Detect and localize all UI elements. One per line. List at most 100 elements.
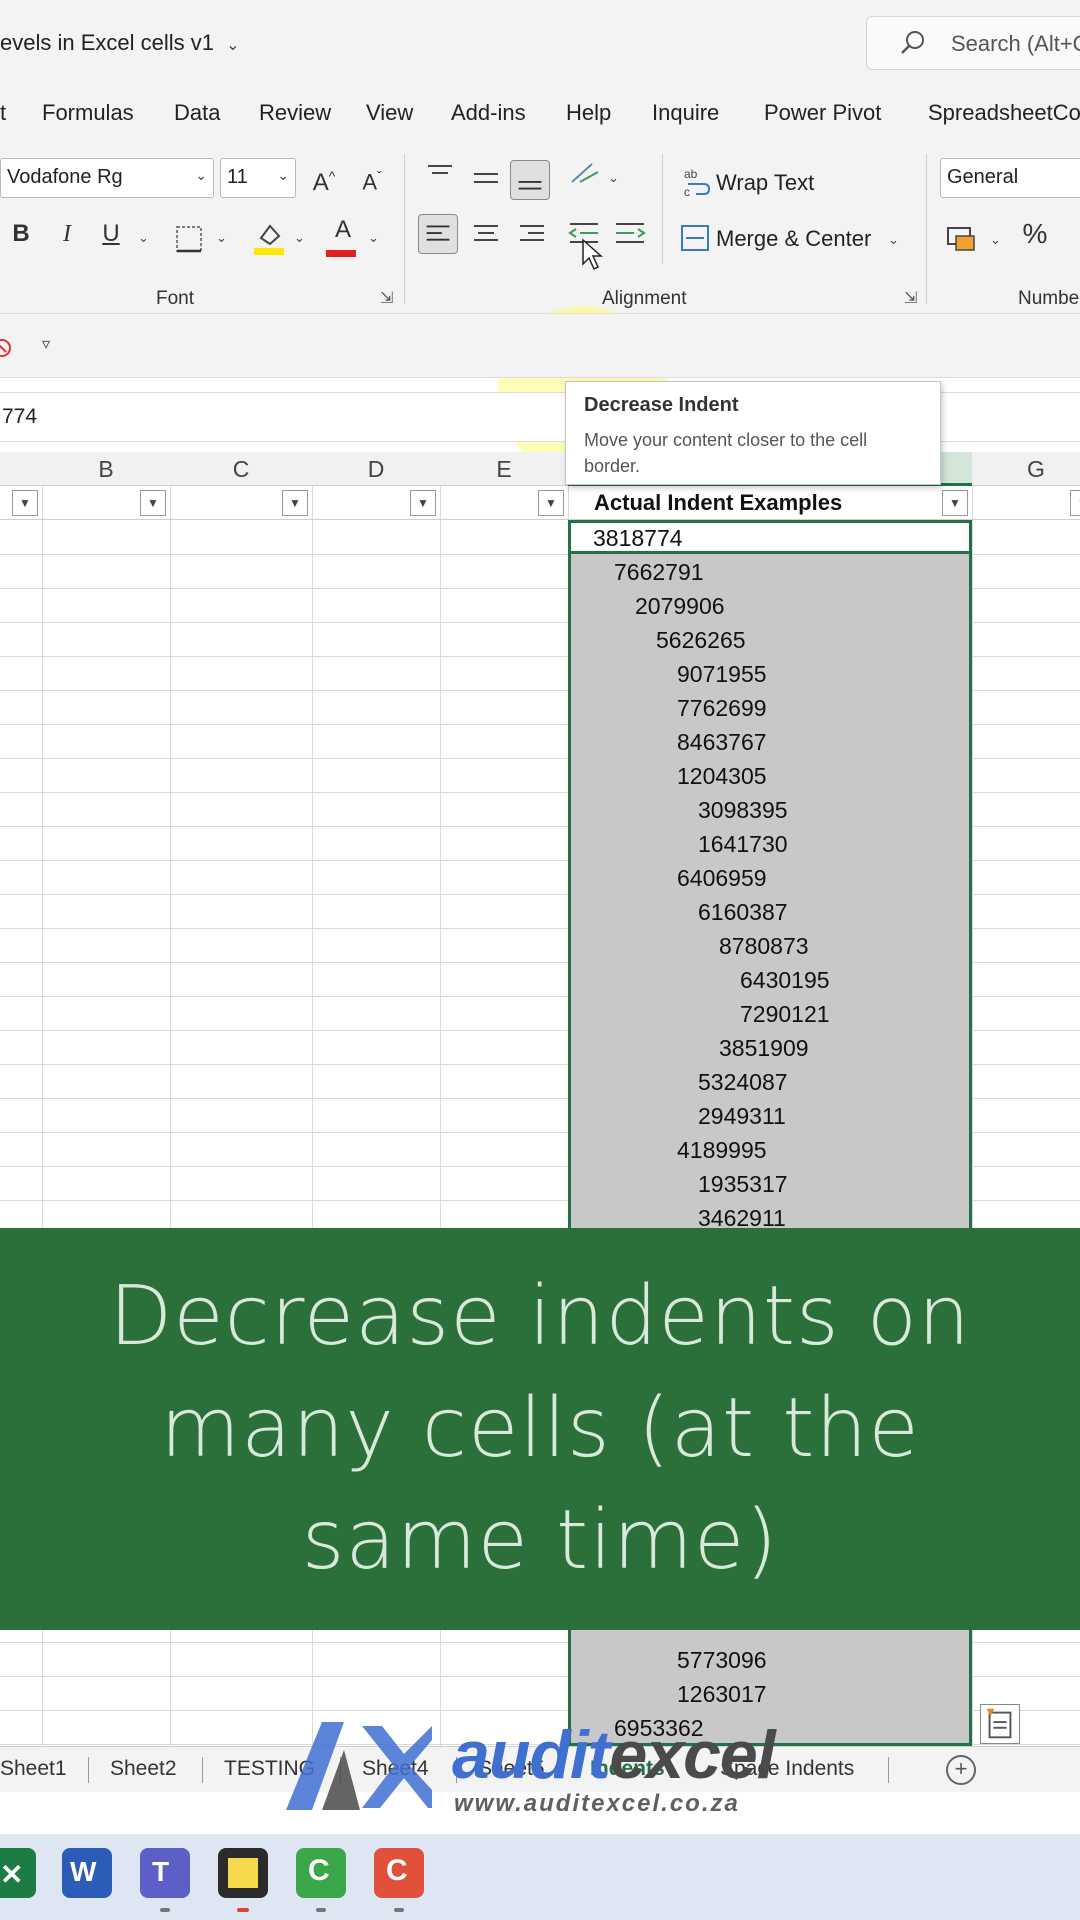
indented-value-cell[interactable]: 6160387 xyxy=(698,899,788,926)
tab-inquire[interactable]: Inquire xyxy=(652,100,719,126)
indented-value-cell[interactable]: 5626265 xyxy=(656,627,746,654)
font-size-dropdown[interactable]: 11 ⌄ xyxy=(220,158,296,198)
tab-power-pivot[interactable]: Power Pivot xyxy=(764,100,881,126)
tab-separator xyxy=(88,1757,89,1783)
column-header-c[interactable]: C xyxy=(170,456,312,483)
tab-help[interactable]: Help xyxy=(566,100,611,126)
tab-review[interactable]: Review xyxy=(259,100,331,126)
column-header-d[interactable]: D xyxy=(312,456,440,483)
chevron-down-icon[interactable]: ⌄ xyxy=(888,232,899,248)
indented-value-cell[interactable]: 4189995 xyxy=(677,1137,767,1164)
paste-options-icon[interactable] xyxy=(980,1704,1020,1744)
column-header-b[interactable]: B xyxy=(42,456,170,483)
grow-font-button[interactable]: A^ xyxy=(306,158,342,198)
chevron-down-icon[interactable]: ⌄ xyxy=(990,232,1001,248)
tab-add-ins[interactable]: Add-ins xyxy=(451,100,526,126)
filter-dropdown-icon[interactable]: ▼ xyxy=(282,490,308,516)
middle-align-icon[interactable] xyxy=(466,158,506,198)
word-icon[interactable]: W xyxy=(62,1848,112,1898)
tab-spreadsheetco[interactable]: SpreadsheetCo xyxy=(928,100,1080,126)
indented-value-cell[interactable]: 6406959 xyxy=(677,865,767,892)
column-header-e[interactable]: E xyxy=(440,456,568,483)
underline-button[interactable]: U xyxy=(96,216,126,256)
search-box[interactable]: Search (Alt+Q) xyxy=(866,16,1080,70)
add-sheet-icon[interactable]: + xyxy=(946,1755,976,1785)
filter-dropdown-icon[interactable]: ▼ xyxy=(1070,490,1080,516)
tab-view[interactable]: View xyxy=(366,100,413,126)
indented-value-cell[interactable]: 7762699 xyxy=(677,695,767,722)
excel-icon[interactable]: ✕ xyxy=(0,1848,36,1898)
teams-icon[interactable]: T xyxy=(140,1848,190,1898)
document-title-text: evels in Excel cells v1 xyxy=(0,30,214,55)
filter-dropdown-icon[interactable]: ▼ xyxy=(410,490,436,516)
filter-dropdown-icon[interactable]: ▼ xyxy=(942,490,968,516)
wrap-text-button[interactable]: Wrap Text xyxy=(716,170,814,196)
align-left-icon[interactable] xyxy=(418,214,458,254)
chevron-down-icon[interactable]: ⌄ xyxy=(226,37,239,54)
increase-indent-icon[interactable] xyxy=(610,214,650,254)
camtasia-icon[interactable]: C xyxy=(296,1848,346,1898)
indented-value-cell[interactable]: 3098395 xyxy=(698,797,788,824)
indented-value-cell[interactable]: 5324087 xyxy=(698,1069,788,1096)
merge-center-button[interactable]: Merge & Center xyxy=(716,226,871,252)
number-group-label: Numbe xyxy=(1018,288,1080,309)
search-label: Search (Alt+Q) xyxy=(951,31,1080,56)
bottom-align-icon[interactable] xyxy=(510,160,550,200)
chevron-down-icon[interactable]: ⌄ xyxy=(294,230,305,246)
orientation-icon[interactable] xyxy=(566,156,606,196)
tab-home[interactable]: t xyxy=(0,100,6,126)
chevron-down-icon[interactable]: ⌄ xyxy=(608,170,619,186)
accounting-format-icon[interactable] xyxy=(946,224,978,254)
align-center-icon[interactable] xyxy=(466,214,506,254)
filter-dropdown-icon[interactable]: ▼ xyxy=(12,490,38,516)
borders-icon[interactable] xyxy=(174,224,204,254)
indented-value-cell[interactable]: 2949311 xyxy=(698,1103,786,1130)
column-header-g[interactable]: G xyxy=(972,456,1080,483)
quick-access-toolbar: ▿ xyxy=(0,314,1080,378)
running-indicator xyxy=(394,1908,404,1912)
align-right-icon[interactable] xyxy=(512,214,552,254)
indented-value-cell[interactable]: 2079906 xyxy=(635,593,725,620)
filter-dropdown-icon[interactable]: ▼ xyxy=(140,490,166,516)
indented-value-cell[interactable]: 3818774 xyxy=(593,525,683,552)
indented-value-cell[interactable]: 1641730 xyxy=(698,831,788,858)
chevron-down-icon[interactable]: ⌄ xyxy=(138,230,149,246)
camtasia-recorder-icon[interactable]: C xyxy=(374,1848,424,1898)
chevron-down-icon[interactable]: ⌄ xyxy=(368,230,379,246)
font-color-button[interactable]: A xyxy=(326,212,360,252)
svg-text:c: c xyxy=(684,185,690,198)
fill-color-icon[interactable] xyxy=(252,220,286,256)
indented-value-cell[interactable]: 9071955 xyxy=(677,661,767,688)
number-format-dropdown[interactable]: General xyxy=(940,158,1080,198)
indented-value-cell[interactable]: 7290121 xyxy=(740,1001,830,1028)
document-title[interactable]: evels in Excel cells v1 ⌄ xyxy=(0,30,240,56)
indented-value-cell[interactable]: 7662791 xyxy=(614,559,704,586)
indented-value-cell[interactable]: 5773096 xyxy=(677,1647,767,1674)
percent-style-button[interactable]: % xyxy=(1018,216,1052,256)
filter-dropdown-icon[interactable]: ▼ xyxy=(538,490,564,516)
indented-value-cell[interactable]: 1935317 xyxy=(698,1171,788,1198)
indented-value-cell[interactable]: 8463767 xyxy=(677,729,767,756)
font-name-dropdown[interactable]: Vodafone Rg ⌄ xyxy=(0,158,214,198)
chevron-down-icon[interactable]: ⌄ xyxy=(216,230,227,246)
sheet-tab-sheet1[interactable]: Sheet1 xyxy=(0,1757,67,1781)
close-workbook-icon[interactable] xyxy=(0,334,16,360)
dialog-launcher-icon[interactable]: ⇲ xyxy=(904,288,917,308)
indented-value-cell[interactable]: 3851909 xyxy=(719,1035,809,1062)
tab-data[interactable]: Data xyxy=(174,100,220,126)
shrink-font-button[interactable]: Aˇ xyxy=(354,158,390,198)
wrap-text-icon[interactable]: ab c xyxy=(682,166,712,198)
indented-value-cell[interactable]: 6430195 xyxy=(740,967,830,994)
mouse-pointer-icon xyxy=(582,238,603,271)
bold-button[interactable]: B xyxy=(6,216,36,256)
dialog-launcher-icon[interactable]: ⇲ xyxy=(380,288,393,308)
indented-value-cell[interactable]: 8780873 xyxy=(719,933,809,960)
italic-button[interactable]: I xyxy=(52,216,82,256)
customize-toolbar-icon[interactable]: ▿ xyxy=(42,334,50,354)
merge-center-icon[interactable] xyxy=(680,224,710,252)
tab-formulas[interactable]: Formulas xyxy=(42,100,134,126)
indented-value-cell[interactable]: 1204305 xyxy=(677,763,767,790)
sheet-tab-sheet2[interactable]: Sheet2 xyxy=(110,1757,177,1781)
sticky-notes-icon[interactable] xyxy=(218,1848,268,1898)
top-align-icon[interactable] xyxy=(420,156,460,196)
